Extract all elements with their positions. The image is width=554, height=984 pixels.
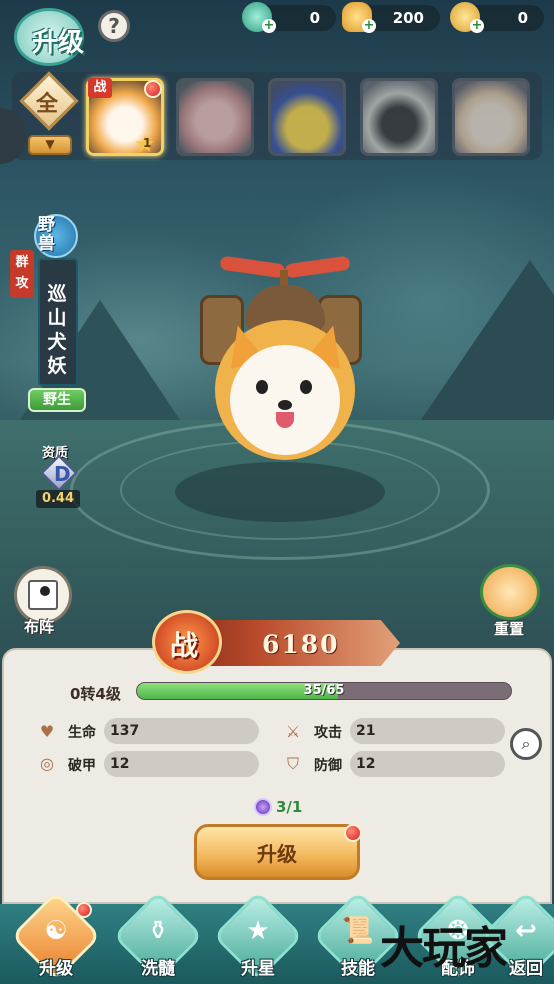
quality-grade: D bbox=[54, 462, 71, 486]
quality-value: 0.44 bbox=[36, 490, 80, 508]
stat-value-attack: 21 bbox=[350, 718, 505, 744]
star-icon: ★ bbox=[246, 916, 270, 946]
currency-value: 0 bbox=[517, 9, 528, 27]
pet-portrait-sheep[interactable] bbox=[360, 78, 438, 156]
stat-label-attack: 攻击 bbox=[314, 725, 342, 741]
stat-label-hp: 生命 bbox=[68, 725, 96, 741]
power-value: 6180 bbox=[262, 630, 340, 659]
page-title-badge: 升级 bbox=[14, 8, 104, 66]
pet-portrait-pig[interactable] bbox=[176, 78, 254, 156]
attack-type-text: 群攻 bbox=[15, 255, 29, 291]
pet-model[interactable] bbox=[200, 230, 370, 480]
nav-tab-star-up[interactable]: ★ 升星 bbox=[212, 890, 304, 984]
stat-value-defense: 12 bbox=[350, 751, 505, 777]
sword-icon: ⚔ bbox=[285, 722, 301, 741]
watermark-text: 大玩家 bbox=[380, 923, 508, 974]
reset-button[interactable] bbox=[480, 564, 540, 620]
stat-label-defense: 防御 bbox=[314, 758, 342, 774]
nav-label: 升星 bbox=[241, 959, 275, 979]
in-battle-badge: 战 bbox=[88, 78, 112, 98]
target-icon: ◎ bbox=[40, 754, 54, 773]
go-stone-icon bbox=[40, 586, 50, 596]
filter-dropdown-button[interactable]: ▼ bbox=[28, 135, 72, 155]
pig-portrait-icon bbox=[179, 81, 251, 153]
search-icon: ⌕ bbox=[521, 734, 531, 753]
currency-gold-ingot: + 200 bbox=[342, 2, 440, 33]
pet-type: 野兽 bbox=[38, 215, 55, 254]
gourd-icon: ⚱ bbox=[147, 916, 169, 946]
power-label: 战 bbox=[170, 629, 199, 662]
pet-nose bbox=[278, 400, 292, 410]
notification-dot bbox=[76, 902, 92, 918]
currency-jade: + 0 bbox=[242, 2, 336, 33]
add-currency-button[interactable]: + bbox=[262, 19, 276, 33]
chick-portrait-icon bbox=[271, 81, 343, 153]
pet-portrait-chick[interactable] bbox=[268, 78, 346, 156]
page-title: 升级 bbox=[32, 28, 85, 58]
pet-eye bbox=[300, 380, 312, 394]
level-text: 0转4级 bbox=[70, 685, 121, 703]
xp-text: 35/65 bbox=[303, 683, 345, 698]
stat-value-hp: 137 bbox=[104, 718, 259, 744]
nav-tab-upgrade[interactable]: ☯ 升级 bbox=[10, 890, 102, 984]
pet-type-badge: 野兽 bbox=[34, 214, 84, 260]
upgrade-button-label: 升级 bbox=[257, 842, 297, 866]
exp-pill-icon bbox=[254, 798, 272, 816]
shield-icon: ⛉ bbox=[286, 754, 299, 773]
filter-label: 全 bbox=[36, 92, 59, 117]
add-currency-button[interactable]: + bbox=[362, 19, 376, 33]
origin-tag: 野生 bbox=[28, 388, 86, 412]
fox-portrait-icon bbox=[455, 81, 527, 153]
reset-label: 重置 bbox=[494, 620, 525, 638]
propeller-blade bbox=[219, 255, 286, 279]
notification-dot bbox=[144, 80, 162, 98]
swirl-icon: ☯ bbox=[44, 916, 68, 946]
heart-icon: ♥ bbox=[39, 722, 55, 741]
propeller-blade bbox=[284, 255, 351, 279]
pet-eye bbox=[256, 380, 268, 394]
filter-all-button[interactable]: 全 bbox=[19, 71, 79, 131]
pet-name: 巡山犬妖 bbox=[47, 283, 67, 377]
attack-type-tag: 群攻 bbox=[10, 250, 34, 298]
sheep-portrait-icon bbox=[363, 81, 435, 153]
formation-label: 布阵 bbox=[24, 618, 55, 636]
upgrade-cost: 3/1 bbox=[276, 798, 303, 816]
nav-label: 升级 bbox=[39, 959, 73, 979]
notification-dot bbox=[344, 824, 362, 842]
quality-gem-icon[interactable]: D bbox=[40, 454, 78, 492]
star-count: 1 bbox=[143, 136, 152, 150]
stat-value-armor-break: 12 bbox=[104, 751, 259, 777]
detail-search-button[interactable]: ⌕ bbox=[510, 728, 542, 760]
currency-gold-coin: + 0 bbox=[450, 2, 544, 33]
add-currency-button[interactable]: + bbox=[470, 19, 484, 33]
stat-label-armor-break: 破甲 bbox=[68, 758, 96, 774]
nav-tab-refine[interactable]: ⚱ 洗髓 bbox=[112, 890, 204, 984]
currency-value: 200 bbox=[392, 9, 424, 27]
currency-value: 0 bbox=[309, 9, 320, 27]
pet-portrait-fox[interactable] bbox=[452, 78, 530, 156]
help-button[interactable]: ? bbox=[98, 10, 130, 42]
nav-label: 洗髓 bbox=[141, 959, 175, 979]
